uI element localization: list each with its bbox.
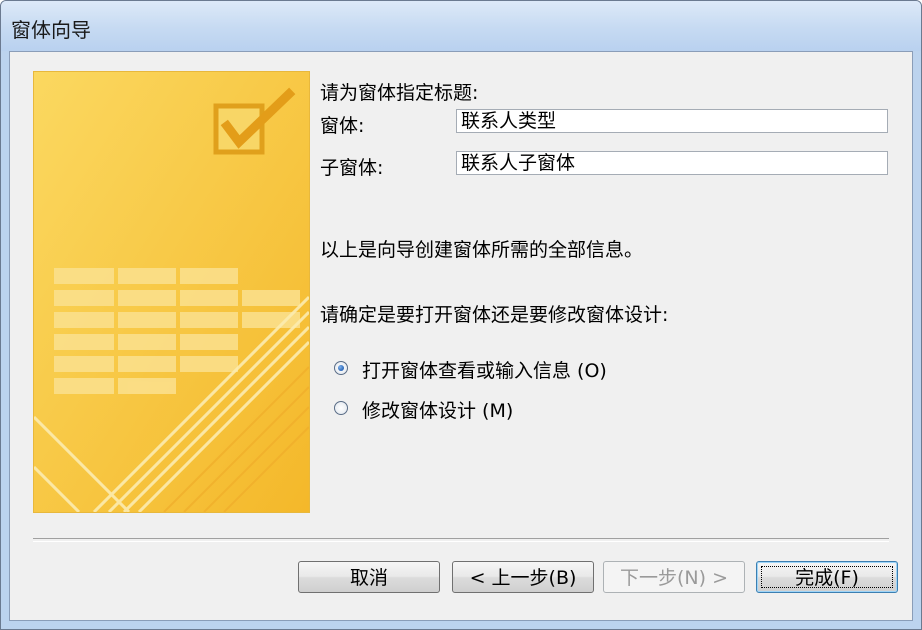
subform-title-input[interactable]: 联系人子窗体: [456, 151, 888, 175]
radio-button-checked[interactable]: [334, 361, 348, 375]
wizard-graphic-icon: [34, 72, 309, 512]
summary-text: 以上是向导创建窗体所需的全部信息。: [320, 239, 644, 261]
radio-button-unchecked[interactable]: [334, 401, 348, 415]
separator: [33, 538, 889, 542]
window-title: 窗体向导: [11, 18, 91, 42]
radio-open-form-label[interactable]: 打开窗体查看或输入信息 (O): [362, 356, 607, 383]
form-wizard-dialog: 窗体向导 请为窗体指定标题: 窗体: 联系人类型 子窗体: 联系人子窗体 以上是…: [0, 0, 922, 630]
subform-label: 子窗体:: [320, 157, 384, 179]
form-title-input[interactable]: 联系人类型: [456, 109, 888, 133]
form-label: 窗体:: [320, 115, 365, 137]
wizard-illustration: [33, 71, 310, 513]
question-text: 请确定是要打开窗体还是要修改窗体设计:: [320, 304, 669, 326]
cancel-button[interactable]: 取消: [298, 561, 440, 593]
finish-button-wrapper[interactable]: 完成(F): [756, 561, 898, 593]
finish-button[interactable]: 完成(F): [756, 561, 898, 593]
next-button[interactable]: 下一步(N) >: [603, 561, 745, 593]
title-prompt: 请为窗体指定标题:: [320, 82, 479, 104]
radio-modify-design-label[interactable]: 修改窗体设计 (M): [362, 396, 513, 423]
dialog-body: 请为窗体指定标题: 窗体: 联系人类型 子窗体: 联系人子窗体 以上是向导创建窗…: [9, 51, 913, 621]
back-button[interactable]: < 上一步(B): [452, 561, 594, 593]
title-bar[interactable]: 窗体向导: [1, 1, 921, 51]
